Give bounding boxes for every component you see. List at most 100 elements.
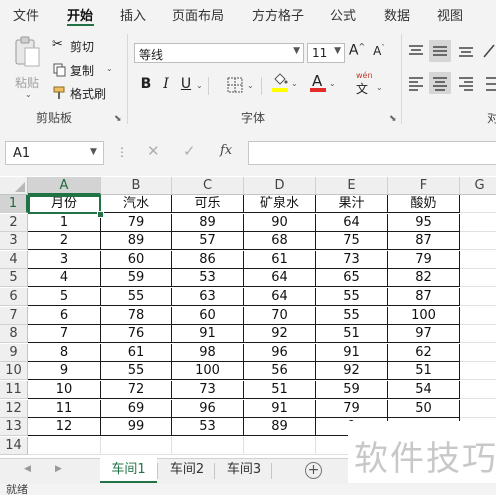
menu-formulas[interactable]: 公式 (330, 5, 356, 24)
column-header-a[interactable]: A (28, 177, 101, 195)
cell-d6[interactable]: 64 (244, 288, 316, 306)
column-header-e[interactable]: E (316, 177, 388, 195)
font-size-select[interactable]: 11 ▼ (307, 43, 345, 63)
align-top-button[interactable] (407, 42, 427, 62)
cell-d12[interactable]: 91 (244, 399, 316, 418)
cell-a14[interactable] (28, 436, 101, 455)
sheet-tab-3[interactable]: 车间3 (217, 458, 271, 483)
menu-insert[interactable]: 插入 (120, 5, 146, 24)
cell-c5[interactable]: 53 (172, 269, 244, 288)
align-center-button[interactable] (429, 72, 451, 94)
cell-g4[interactable] (460, 251, 496, 269)
cell-g11[interactable] (460, 381, 496, 399)
cell-f2[interactable]: 95 (388, 213, 460, 232)
cut-button[interactable]: ✂ 剪切 (52, 37, 107, 55)
cell-e5[interactable]: 65 (316, 269, 388, 288)
cell-a4[interactable]: 3 (28, 250, 101, 269)
cell-g5[interactable] (460, 269, 496, 288)
cell-e7[interactable]: 55 (316, 306, 388, 325)
chevron-down-icon[interactable]: ▼ (90, 147, 97, 157)
prev-sheet-icon[interactable]: ◀ (24, 464, 31, 474)
menu-view[interactable]: 视图 (437, 5, 463, 24)
next-sheet-icon[interactable]: ▶ (55, 464, 62, 474)
cell-e11[interactable]: 59 (316, 381, 388, 399)
cell-g12[interactable] (460, 400, 496, 418)
column-header-c[interactable]: C (172, 177, 244, 195)
cell-c12[interactable]: 96 (172, 399, 244, 418)
cell-f3[interactable]: 87 (388, 232, 460, 251)
cell-g2[interactable] (460, 214, 496, 232)
row-header-7[interactable]: 7 (0, 306, 28, 325)
align-middle-button[interactable] (429, 40, 451, 62)
cell-e2[interactable]: 64 (316, 213, 388, 232)
fill-handle[interactable] (97, 211, 104, 218)
grow-font-button[interactable]: A^ (348, 42, 366, 59)
column-header-f[interactable]: F (388, 177, 460, 195)
cell-b2[interactable]: 79 (101, 213, 172, 232)
cell-d9[interactable]: 96 (244, 343, 316, 362)
cell-d7[interactable]: 70 (244, 306, 316, 325)
cell-c11[interactable]: 73 (172, 381, 244, 399)
cell-c3[interactable]: 57 (172, 232, 244, 251)
cell-f7[interactable]: 100 (388, 306, 460, 325)
cell-d2[interactable]: 90 (244, 213, 316, 232)
row-header-5[interactable]: 5 (0, 269, 28, 288)
cell-c4[interactable]: 86 (172, 250, 244, 269)
italic-button[interactable]: I (160, 76, 172, 92)
cell-d4[interactable]: 61 (244, 250, 316, 269)
cell-e1[interactable]: 果汁 (316, 195, 388, 213)
cell-g8[interactable] (460, 325, 496, 344)
add-sheet-button[interactable]: + (305, 462, 322, 479)
sheet-tab-2[interactable]: 车间2 (160, 458, 214, 483)
cell-f8[interactable]: 97 (388, 325, 460, 344)
cell-f1[interactable]: 酸奶 (388, 195, 460, 213)
cell-g9[interactable] (460, 344, 496, 362)
cell-d3[interactable]: 68 (244, 232, 316, 251)
select-all-corner[interactable] (0, 177, 28, 195)
cell-d13[interactable]: 89 (244, 418, 316, 437)
cell-a8[interactable]: 7 (28, 325, 101, 344)
cell-b12[interactable]: 69 (101, 399, 172, 418)
cell-a5[interactable]: 4 (28, 269, 101, 288)
borders-button[interactable]: ⌄ (227, 76, 257, 94)
cell-g3[interactable] (460, 232, 496, 251)
cell-f4[interactable]: 79 (388, 250, 460, 269)
indent-button[interactable] (482, 74, 496, 94)
cell-b14[interactable] (101, 436, 172, 455)
cell-g1[interactable] (460, 195, 496, 213)
row-header-9[interactable]: 9 (0, 343, 28, 362)
column-header-g[interactable]: G (460, 177, 496, 195)
cell-c2[interactable]: 89 (172, 213, 244, 232)
cell-c14[interactable] (172, 436, 244, 455)
cell-a13[interactable]: 12 (28, 418, 101, 437)
cell-b9[interactable]: 61 (101, 343, 172, 362)
cell-d10[interactable]: 56 (244, 362, 316, 381)
shrink-font-button[interactable]: Aˇ (370, 44, 388, 58)
cell-a7[interactable]: 6 (28, 306, 101, 325)
font-color-button[interactable]: A ⌄ (309, 72, 339, 95)
dialog-launcher-icon[interactable]: ⬊ (114, 114, 122, 124)
cell-b3[interactable]: 89 (101, 232, 172, 251)
cell-a11[interactable]: 10 (28, 381, 101, 399)
cell-a12[interactable]: 11 (28, 399, 101, 418)
cell-b11[interactable]: 72 (101, 381, 172, 399)
fill-color-button[interactable]: ⌄ (271, 73, 301, 95)
cell-d5[interactable]: 64 (244, 269, 316, 288)
menu-fangfang-gezi[interactable]: 方方格子 (252, 5, 304, 24)
cell-b8[interactable]: 76 (101, 325, 172, 344)
column-header-d[interactable]: D (244, 177, 316, 195)
cell-d11[interactable]: 51 (244, 381, 316, 399)
cell-b4[interactable]: 60 (101, 250, 172, 269)
row-header-11[interactable]: 11 (0, 381, 28, 399)
cell-a9[interactable]: 8 (28, 343, 101, 362)
menu-data[interactable]: 数据 (384, 5, 410, 24)
cell-e12[interactable]: 79 (316, 399, 388, 418)
menu-page-layout[interactable]: 页面布局 (172, 5, 224, 24)
formula-input[interactable] (248, 141, 496, 165)
cell-a1[interactable]: 月份 (28, 195, 101, 213)
cell-f11[interactable]: 54 (388, 381, 460, 399)
cell-f6[interactable]: 87 (388, 288, 460, 306)
cell-c1[interactable]: 可乐 (172, 195, 244, 213)
cell-e9[interactable]: 91 (316, 343, 388, 362)
copy-button[interactable]: 复制 ⌄ (52, 61, 118, 79)
